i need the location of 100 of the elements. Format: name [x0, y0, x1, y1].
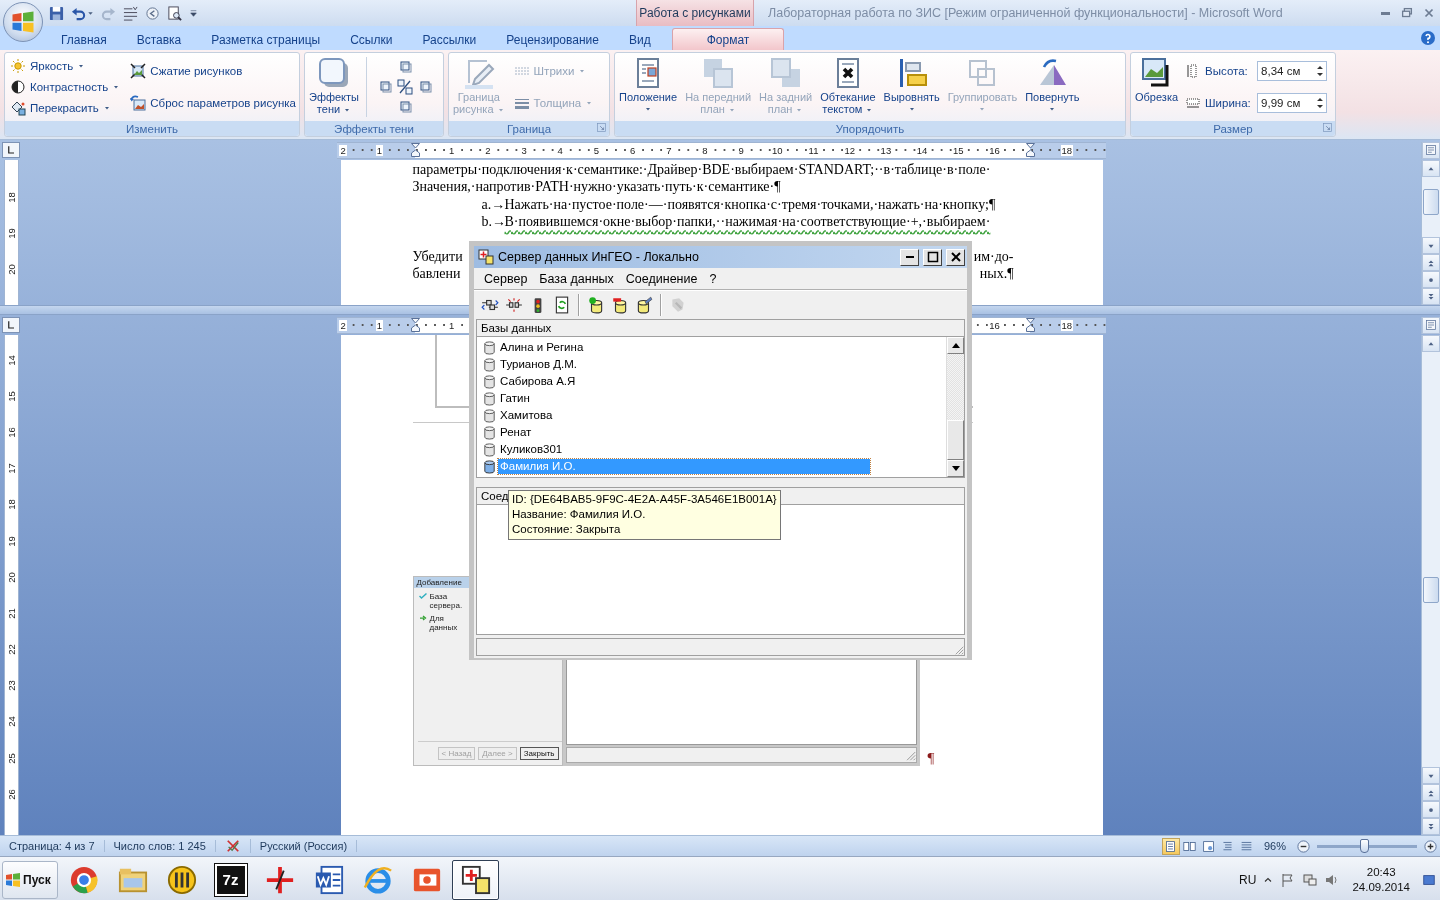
ribbon-tab[interactable]: Главная — [46, 28, 122, 50]
list-item[interactable]: Сабирова А.Я — [498, 374, 576, 389]
browse-object-button[interactable] — [1422, 271, 1440, 288]
caret-icon — [87, 9, 94, 17]
ribbon-button[interactable]: Обрезка — [1134, 55, 1180, 119]
shadow-toggle-button[interactable] — [395, 77, 415, 97]
start-button[interactable]: Пуск — [2, 860, 58, 899]
office-button[interactable] — [3, 2, 43, 42]
spin-field[interactable]: 9,99 см — [1257, 93, 1328, 113]
spin-arrows-icon[interactable] — [1316, 96, 1325, 110]
browse-object-button[interactable] — [1422, 801, 1440, 818]
view-icon — [1221, 839, 1235, 853]
ribbon-button[interactable]: Повернуть — [1024, 55, 1081, 119]
menu-item[interactable]: Соединение — [619, 271, 704, 286]
ribbon-button[interactable]: Контрастность — [8, 77, 123, 97]
down-arrow-icon — [951, 466, 960, 471]
keyboard-language[interactable]: RU — [1239, 872, 1257, 887]
list-item[interactable]: Турианов Д.М. — [498, 357, 578, 372]
view-icon — [1164, 839, 1178, 853]
paragraph-text: Убедити — [412, 248, 463, 266]
zoom-in-button[interactable] — [1421, 838, 1440, 854]
previous-page-button[interactable] — [1422, 254, 1440, 271]
save-button[interactable] — [48, 4, 65, 22]
ribbon-tab[interactable]: Формат — [671, 28, 785, 50]
ribbon-tab[interactable]: Разметка страницы — [196, 28, 336, 50]
help-button[interactable] — [1420, 30, 1436, 46]
launcher-icon — [596, 122, 607, 133]
list-marker: a.→ — [481, 195, 505, 214]
ribbon-button[interactable]: Сброс параметров рисунка — [128, 93, 298, 113]
back-button[interactable] — [144, 4, 161, 22]
spin-arrows-icon[interactable] — [1316, 64, 1325, 78]
zoom-out-button[interactable] — [1294, 838, 1313, 854]
database-icon — [482, 340, 497, 355]
spin-field[interactable]: 8,34 см — [1257, 61, 1328, 81]
ribbon-tab[interactable]: Ссылки — [335, 28, 408, 50]
list-item[interactable]: Хамитова — [498, 408, 553, 423]
customize-button[interactable] — [188, 7, 199, 19]
group-title: Размер — [1213, 122, 1253, 135]
ribbon-button[interactable]: Яркость — [8, 55, 123, 76]
ribbon-tab[interactable]: Рецензирование — [491, 28, 614, 50]
paint-bucket-icon — [10, 100, 26, 117]
close-icon — [949, 251, 962, 263]
toolbar-button[interactable] — [504, 295, 524, 315]
maximize-button[interactable] — [923, 248, 942, 266]
scroll-thumb[interactable] — [1423, 577, 1439, 603]
app-icon — [478, 249, 494, 265]
indent-marker[interactable] — [1026, 143, 1036, 157]
view-ruler-button[interactable] — [1422, 141, 1440, 159]
list-item[interactable]: Гатин — [498, 391, 530, 406]
ribbon-button[interactable]: Сжатие рисунков — [128, 61, 298, 81]
indent-marker[interactable] — [1026, 318, 1036, 332]
contrast-icon — [10, 79, 26, 95]
menu-item[interactable]: База данных — [533, 271, 620, 286]
ruler-number: 20 — [5, 571, 17, 583]
next-page-button[interactable] — [1422, 818, 1440, 835]
zoom-thumb[interactable] — [1360, 838, 1369, 853]
show-desktop-button[interactable] — [1422, 872, 1436, 887]
undo-icon — [71, 5, 86, 21]
ruler-number: 1 — [375, 144, 383, 156]
tab-stop-button[interactable] — [2, 317, 20, 333]
ruler-number: 2 — [339, 144, 347, 156]
close-button[interactable] — [946, 248, 965, 266]
tray-icon[interactable] — [1302, 871, 1319, 888]
indent-marker[interactable] — [410, 318, 420, 332]
indent-marker[interactable] — [410, 143, 420, 157]
view-button[interactable] — [1161, 837, 1180, 855]
zoom-level[interactable]: 96% — [1255, 840, 1294, 852]
database-icon — [482, 374, 497, 389]
view-ruler-button[interactable] — [1422, 316, 1440, 334]
menu-item[interactable]: Сервер — [478, 271, 534, 286]
ribbon-tab[interactable]: Рассылки — [407, 28, 492, 50]
word-icon — [313, 864, 344, 895]
ribbon-tab[interactable]: Вставка — [121, 28, 197, 50]
taskbar-app[interactable] — [452, 859, 499, 900]
print-preview-button[interactable] — [166, 4, 183, 22]
minimize-button[interactable] — [900, 248, 919, 266]
ribbon-button[interactable]: Перекрасить — [8, 98, 123, 119]
view-icon — [1240, 839, 1254, 853]
dialog-title: Сервер данных ИнГЕО - Локально — [498, 250, 700, 264]
ribbon-button[interactable]: Эффекты тени — [308, 55, 360, 119]
tab-stop-button[interactable] — [2, 142, 20, 158]
ribbon-tab[interactable]: Вид — [613, 28, 666, 50]
ribbon-button[interactable]: Положение — [618, 55, 679, 119]
caret-icon — [978, 105, 987, 113]
ribbon-button[interactable]: Выровнять — [882, 55, 941, 119]
redo-icon — [101, 5, 116, 21]
scroll-thumb[interactable] — [1423, 189, 1439, 215]
list-item[interactable]: Ренат — [498, 425, 532, 440]
list-item[interactable]: Алина и Регина — [498, 340, 584, 355]
db-edit-icon — [635, 296, 653, 314]
dialog-button[interactable]: Закрыть — [519, 747, 559, 760]
next-page-button[interactable] — [1422, 288, 1440, 305]
menu-item[interactable]: ? — [703, 271, 723, 286]
db-remove-icon — [611, 296, 629, 314]
ribbon-button[interactable]: Обтекание текстом — [819, 55, 877, 119]
format-button[interactable] — [122, 4, 139, 22]
database-icon — [482, 442, 497, 457]
list-item[interactable]: Куликов301 — [498, 442, 563, 457]
clock[interactable]: 20:43 24.09.2014 — [1346, 864, 1416, 895]
previous-page-button[interactable] — [1422, 784, 1440, 801]
